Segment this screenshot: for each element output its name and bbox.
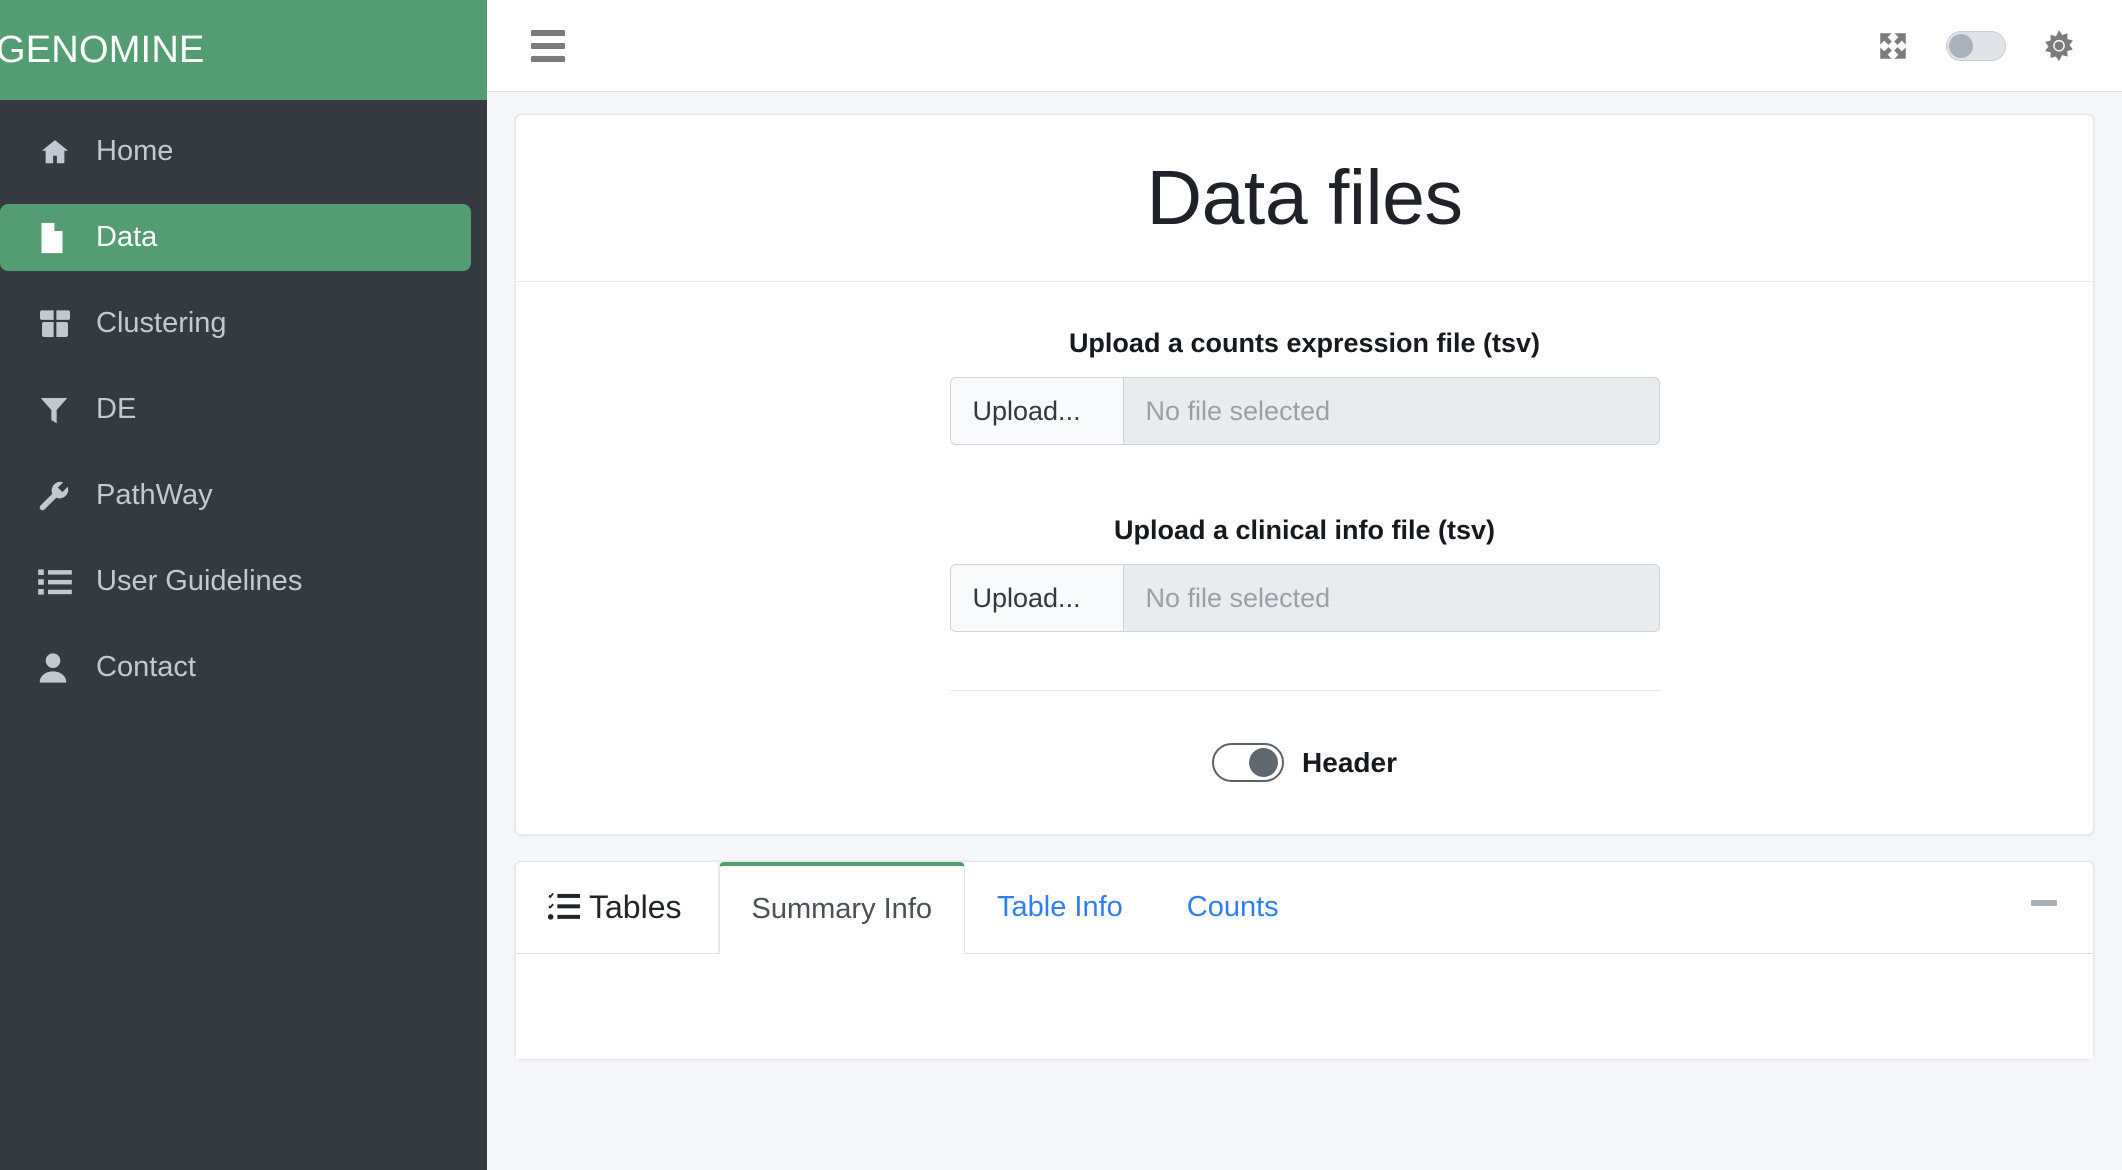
counts-upload-block: Upload a counts expression file (tsv) Up…	[516, 328, 2093, 445]
sidebar-item-de[interactable]: DE	[0, 376, 471, 443]
brand-header[interactable]: GENOMINE	[0, 0, 487, 100]
counts-upload-label: Upload a counts expression file (tsv)	[1068, 328, 1541, 358]
user-icon	[38, 652, 82, 684]
sidebar-item-label: DE	[96, 393, 137, 425]
toggle-knob	[1949, 33, 1973, 58]
counts-upload-button[interactable]: Upload...	[950, 378, 1124, 444]
section-divider	[949, 690, 1660, 691]
sidebar-nav: Home Data Clustering DE PathWay User Gui…	[0, 100, 487, 701]
clinical-file-input[interactable]: Upload... No file selected	[949, 564, 1660, 632]
card-header: Data files	[516, 115, 2093, 282]
tab-counts[interactable]: Counts	[1155, 861, 1311, 953]
tabs-bar: Tables Summary Info Table Info Counts	[516, 861, 2093, 954]
header-actions	[1876, 29, 2094, 63]
header-toggle-switch[interactable]	[1212, 743, 1285, 782]
card-body: Upload a counts expression file (tsv) Up…	[516, 282, 2093, 834]
sidebar-item-label: Data	[96, 221, 158, 253]
tab-table-info[interactable]: Table Info	[965, 861, 1155, 953]
sidebar: GENOMINE Home Data Clustering DE PathWay…	[0, 0, 487, 1170]
brand-title: GENOMINE	[0, 29, 205, 71]
header-toggle-row: Header	[950, 743, 1660, 782]
filter-icon	[38, 394, 82, 426]
file-icon	[38, 221, 82, 255]
clinical-upload-button[interactable]: Upload...	[950, 565, 1124, 631]
header-toggle-label: Header	[1302, 746, 1397, 778]
sidebar-item-label: Clustering	[96, 307, 227, 339]
sidebar-item-home[interactable]: Home	[0, 118, 471, 185]
clinical-upload-block: Upload a clinical info file (tsv) Upload…	[516, 515, 2093, 632]
box-icon	[38, 308, 82, 339]
sidebar-item-clustering[interactable]: Clustering	[0, 290, 471, 357]
sidebar-item-label: User Guidelines	[96, 565, 303, 597]
page-title: Data files	[1146, 154, 1463, 241]
data-files-card: Data files Upload a counts expression fi…	[515, 114, 2094, 835]
hamburger-icon[interactable]	[529, 24, 569, 68]
top-header	[487, 0, 2122, 92]
tables-panel-title: Tables	[516, 861, 719, 953]
tables-title-label: Tables	[589, 888, 682, 925]
wrench-icon	[38, 480, 82, 512]
minus-icon[interactable]	[2031, 900, 2057, 906]
clinical-upload-label: Upload a clinical info file (tsv)	[1113, 515, 1496, 545]
sidebar-item-pathway[interactable]: PathWay	[0, 462, 471, 529]
sidebar-item-label: Contact	[96, 651, 196, 683]
counts-file-name: No file selected	[1145, 395, 1331, 426]
sidebar-item-contact[interactable]: Contact	[0, 634, 471, 701]
gear-icon[interactable]	[2042, 29, 2076, 63]
clinical-file-name: No file selected	[1145, 582, 1331, 613]
home-icon	[38, 137, 82, 167]
tables-card: Tables Summary Info Table Info Counts	[515, 861, 2094, 1059]
expand-arrows-icon[interactable]	[1876, 29, 1910, 63]
toggle-knob	[1249, 748, 1279, 777]
theme-toggle-switch[interactable]	[1946, 30, 2006, 61]
counts-file-input[interactable]: Upload... No file selected	[949, 377, 1660, 445]
sidebar-item-label: Home	[96, 135, 174, 167]
tasks-list-icon	[548, 892, 580, 922]
tab-summary-info[interactable]: Summary Info	[718, 862, 965, 954]
tab-panel-content	[516, 954, 2093, 1059]
list-icon	[38, 568, 82, 596]
sidebar-item-data[interactable]: Data	[0, 204, 471, 271]
main-content: Data files Upload a counts expression fi…	[487, 92, 2122, 1170]
sidebar-item-label: PathWay	[96, 479, 213, 511]
sidebar-item-user-guidelines[interactable]: User Guidelines	[0, 548, 471, 615]
